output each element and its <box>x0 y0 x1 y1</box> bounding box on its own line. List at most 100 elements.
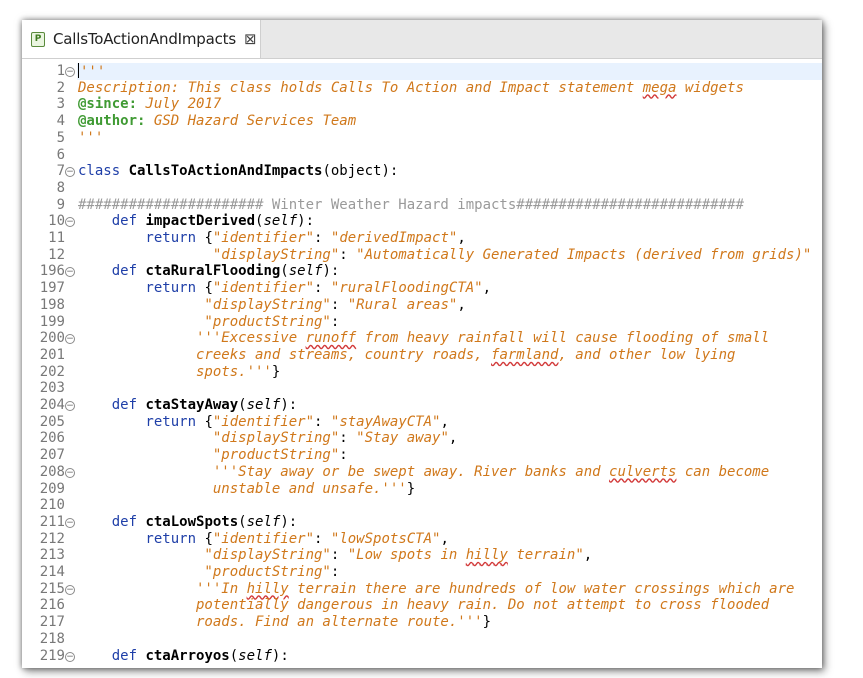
fold-toggle-icon[interactable]: − <box>65 467 75 478</box>
code-line[interactable]: 197 return {"identifier": "ruralFlooding… <box>22 280 822 297</box>
code-line[interactable]: 215− '''In hilly terrain there are hundr… <box>22 581 822 598</box>
code-text: return {"identifier": "stayAwayCTA", <box>78 413 449 431</box>
code-line[interactable]: 212 return {"identifier": "lowSpotsCTA", <box>22 531 822 548</box>
code-token: roads. Find an alternate route.''' <box>78 614 483 631</box>
code-line[interactable]: 1− ''' <box>22 63 822 80</box>
code-token: } <box>271 363 281 380</box>
code-line[interactable]: 2 Description: This class holds Calls To … <box>22 80 822 97</box>
code-text: def ctaLowSpots(self): <box>78 514 297 531</box>
code-token: "derivedImpact" <box>330 230 458 246</box>
code-line[interactable]: 5 ''' <box>22 130 822 147</box>
code-line[interactable]: 207 "productString": <box>22 447 822 464</box>
code-token: def <box>78 513 146 530</box>
code-token: "ruralFloodingCTA" <box>330 280 483 297</box>
code-token: , <box>482 280 492 297</box>
code-token: ): <box>280 397 298 413</box>
code-token: return <box>78 230 205 246</box>
code-line[interactable]: 209 unstable and unsafe.'''} <box>22 481 822 498</box>
line-number: 206 <box>39 430 65 447</box>
code-line[interactable]: 205 return {"identifier": "stayAwayCTA", <box>22 414 822 431</box>
code-token: ctaStayAway <box>145 397 239 413</box>
code-line[interactable]: 8 <box>22 180 822 197</box>
code-line[interactable]: 198 "displayString": "Rural areas", <box>22 297 822 314</box>
code-token: potentially dangerous in heavy rain. Do … <box>78 597 770 614</box>
code-line[interactable]: 200− '''Excessive runoff from heavy rain… <box>22 330 822 347</box>
code-line[interactable]: 196− def ctaRuralFlooding(self): <box>22 263 822 280</box>
code-line[interactable]: 7− class CallsToActionAndImpacts(object): <box>22 163 822 180</box>
code-line[interactable]: 6 <box>22 147 822 164</box>
code-line[interactable]: 214 "productString": <box>22 564 822 581</box>
tab-title: CallsToActionAndImpacts <box>53 30 236 48</box>
code-line[interactable]: 204− def ctaStayAway(self): <box>22 397 822 414</box>
close-icon[interactable]: ⊠ <box>244 30 257 48</box>
code-token: , <box>440 413 449 430</box>
editor-window: P CallsToActionAndImpacts ⊠ 1− ''' 2 Descri… <box>22 20 822 668</box>
line-number: 203 <box>39 380 65 397</box>
code-line[interactable]: 213 "displayString": "Low spots in hilly… <box>22 547 822 564</box>
code-token: def <box>78 647 146 664</box>
code-line[interactable]: 199 "productString": <box>22 314 822 331</box>
line-number: 218 <box>39 630 65 647</box>
code-token: self <box>263 213 298 230</box>
code-token: def <box>78 263 146 280</box>
fold-toggle-icon[interactable]: − <box>65 334 75 345</box>
code-token: unstable and unsafe.''' <box>78 480 407 497</box>
code-line[interactable]: 211− def ctaLowSpots(self): <box>22 514 822 531</box>
code-token: { <box>204 530 213 547</box>
fold-toggle-icon[interactable]: − <box>65 517 75 528</box>
code-token: "displayString" <box>78 296 331 313</box>
code-line[interactable]: 210 <box>22 497 822 514</box>
line-number: 201 <box>39 346 65 363</box>
code-text: unstable and unsafe.'''} <box>78 481 415 498</box>
code-token: "displayString" <box>78 246 340 263</box>
fold-toggle-icon[interactable]: − <box>65 67 75 77</box>
fold-toggle-icon[interactable]: − <box>65 651 75 662</box>
code-text: '''Stay away or be swept away. River ban… <box>78 464 769 481</box>
fold-toggle-icon[interactable]: − <box>65 401 75 411</box>
code-line[interactable]: 208− '''Stay away or be swept away. Rive… <box>22 464 822 481</box>
code-text: def ctaStayAway(self): <box>78 397 297 414</box>
fold-toggle-icon[interactable]: − <box>65 217 75 228</box>
code-token: "identifier" <box>212 413 315 430</box>
code-text: "displayString": "Rural areas", <box>78 296 465 314</box>
code-line[interactable]: 201 creeks and streams, country roads, f… <box>22 347 822 364</box>
code-text: ###################### Winter Weather Ha… <box>78 197 744 214</box>
code-token: '''Stay away or be swept away. River ban… <box>78 463 770 480</box>
fold-toggle-icon[interactable]: − <box>65 267 75 278</box>
code-text: "displayString": "Automatically Generate… <box>78 247 811 264</box>
code-token: def <box>78 397 146 413</box>
code-token: self <box>246 397 281 413</box>
line-number: 200 <box>39 330 65 347</box>
code-line[interactable]: 9 ###################### Winter Weather H… <box>22 197 822 214</box>
code-line[interactable]: 216 potentially dangerous in heavy rain.… <box>22 597 822 614</box>
line-number: 210 <box>39 497 65 514</box>
code-line[interactable]: 219− def ctaArroyos(self): <box>22 648 822 665</box>
code-token: ''' <box>78 129 104 146</box>
code-line[interactable]: 203 <box>22 380 822 397</box>
code-line[interactable]: 4 @author: GSD Hazard Services Team <box>22 113 822 130</box>
code-line[interactable]: 12 "displayString": "Automatically Gener… <box>22 247 822 264</box>
code-token: } <box>406 480 416 497</box>
tab-calls-to-action-and-impacts[interactable]: P CallsToActionAndImpacts ⊠ <box>22 20 261 58</box>
code-line[interactable]: 206 "displayString": "Stay away", <box>22 430 822 447</box>
line-number: 10 <box>48 213 65 230</box>
fold-toggle-icon[interactable]: − <box>65 584 75 595</box>
line-number: 12 <box>48 246 65 263</box>
code-token: class <box>78 163 129 180</box>
line-number: 212 <box>39 530 65 547</box>
code-line[interactable]: 10− def impactDerived(self): <box>22 213 822 230</box>
fold-toggle-icon[interactable]: − <box>65 167 75 178</box>
code-token: : <box>314 530 331 547</box>
code-line[interactable]: 11 return {"identifier": "derivedImpact"… <box>22 230 822 247</box>
line-number: 11 <box>48 230 65 246</box>
code-token: "stayAwayCTA" <box>330 413 441 430</box>
line-number: 199 <box>39 313 65 330</box>
code-line[interactable]: 3 @since: July 2017 <box>22 96 822 113</box>
code-line[interactable]: 218 <box>22 631 822 648</box>
code-token: ctaLowSpots <box>145 513 239 530</box>
code-token: ( <box>238 397 247 413</box>
code-line[interactable]: 217 roads. Find an alternate route.'''} <box>22 614 822 631</box>
code-editor[interactable]: 1− ''' 2 Description: This class holds Call… <box>22 59 822 668</box>
code-token: ''' <box>80 64 106 80</box>
code-line[interactable]: 202 spots.'''} <box>22 364 822 381</box>
